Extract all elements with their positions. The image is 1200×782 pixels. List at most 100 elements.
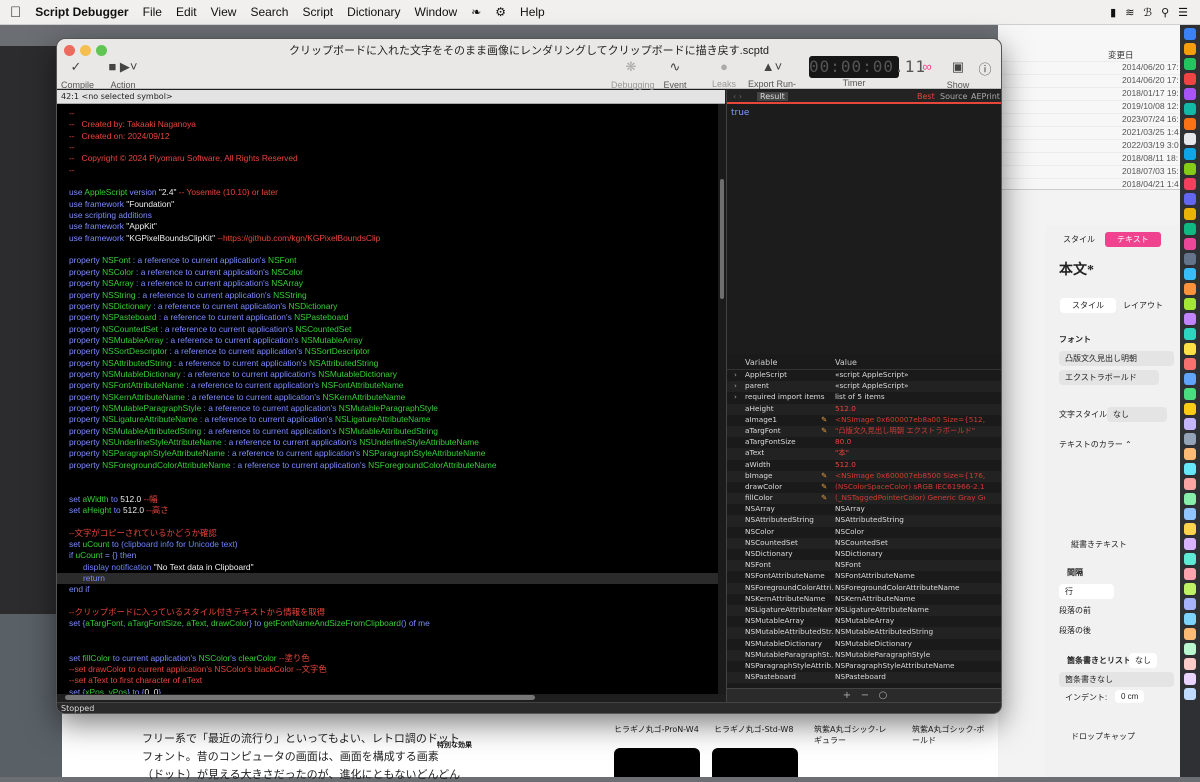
dock-app-icon[interactable] bbox=[1184, 208, 1196, 220]
dock-app-icon[interactable] bbox=[1184, 613, 1196, 625]
dock-app-icon[interactable] bbox=[1184, 598, 1196, 610]
action-button[interactable]: ■ ▶˅ Action bbox=[105, 59, 141, 90]
variable-row[interactable]: NSFontAttributeName NSFontAttributeName bbox=[727, 571, 1001, 582]
paragraph-style-name[interactable]: 本文* bbox=[1059, 259, 1094, 279]
dock-app-icon[interactable] bbox=[1184, 568, 1196, 580]
dock-app-icon[interactable] bbox=[1184, 223, 1196, 235]
variable-row[interactable]: NSPasteboard NSPasteboard bbox=[727, 672, 1001, 684]
dock-app-icon[interactable] bbox=[1184, 88, 1196, 100]
variable-row[interactable]: NSColor NSColor bbox=[727, 527, 1001, 538]
bullets-select[interactable]: なし bbox=[1129, 653, 1157, 668]
services-icon[interactable]: ⚙ bbox=[495, 5, 506, 19]
code-line[interactable]: use framework "Foundation" bbox=[69, 199, 718, 210]
finder-row[interactable]: 2023/07/24 16: bbox=[998, 114, 1180, 127]
apple-menu-icon[interactable]:  bbox=[10, 4, 21, 21]
line-spacing-select[interactable]: 行 bbox=[1059, 584, 1114, 599]
dock-app-icon[interactable] bbox=[1184, 268, 1196, 280]
dock-app-icon[interactable] bbox=[1184, 343, 1196, 355]
dock-app-icon[interactable] bbox=[1184, 688, 1196, 700]
wifi-icon[interactable]: ≋ bbox=[1125, 6, 1134, 19]
show-button[interactable]: ▣ Show bbox=[945, 59, 971, 90]
variable-row[interactable]: › required import items list of 5 items bbox=[727, 392, 1001, 403]
navigation-bar[interactable]: 42:1 <no selected symbol> bbox=[57, 90, 725, 104]
menu-view[interactable]: View bbox=[211, 5, 237, 19]
variable-row[interactable]: NSFont NSFont bbox=[727, 560, 1001, 572]
variable-row[interactable]: ✎ aImage1 <NSImage 0x600007eb8a00 Size={51… bbox=[727, 415, 1001, 426]
code-line[interactable]: set fillColor to current application's N… bbox=[69, 653, 718, 664]
code-line[interactable] bbox=[69, 596, 718, 607]
bluetooth-icon[interactable]: ℬ bbox=[1143, 6, 1152, 19]
search-icon[interactable]: ⚲ bbox=[1161, 6, 1169, 19]
value-column-header[interactable]: Value bbox=[835, 358, 857, 367]
menu-script[interactable]: Script bbox=[302, 5, 333, 19]
code-line[interactable]: property NSSortDescriptor : a reference … bbox=[69, 346, 718, 357]
code-line[interactable]: end if bbox=[69, 584, 718, 595]
finder-row[interactable]: 2021/03/25 1:4 bbox=[998, 127, 1180, 140]
variable-row[interactable]: NSKernAttributeName NSKernAttributeName bbox=[727, 594, 1001, 605]
dock-app-icon[interactable] bbox=[1184, 643, 1196, 655]
code-line[interactable]: property NSDictionary : a reference to c… bbox=[69, 301, 718, 312]
disclosure-triangle-icon[interactable]: › bbox=[734, 392, 737, 401]
variable-row[interactable]: NSMutableAttributedStr... NSMutableAttrib… bbox=[727, 627, 1001, 639]
variable-column-header[interactable]: Variable bbox=[745, 358, 777, 367]
code-line[interactable]: property NSMutableArray : a reference to… bbox=[69, 335, 718, 346]
dock-app-icon[interactable] bbox=[1184, 403, 1196, 415]
editor-horizontal-scrollbar[interactable] bbox=[65, 695, 535, 700]
code-line[interactable] bbox=[69, 516, 718, 527]
dock-app-icon[interactable] bbox=[1184, 73, 1196, 85]
dock-app-icon[interactable] bbox=[1184, 283, 1196, 295]
dock-app-icon[interactable] bbox=[1184, 493, 1196, 505]
variable-row[interactable]: ✎ bImage <NSImage 0x600007eb8500 Size={176… bbox=[727, 470, 1001, 482]
variable-row[interactable]: aHeight 512.0 bbox=[727, 403, 1001, 415]
dock-app-icon[interactable] bbox=[1184, 58, 1196, 70]
dock-app-icon[interactable] bbox=[1184, 43, 1196, 55]
code-line[interactable]: property NSPasteboard : a reference to c… bbox=[69, 312, 718, 323]
code-line[interactable]: --クリップボードに入っているスタイル付きテキストから情報を取得 bbox=[69, 607, 718, 618]
code-line[interactable]: property NSParagraphStyleAttributeName :… bbox=[69, 448, 718, 459]
debugging-button[interactable]: ❋ Debugging bbox=[611, 59, 655, 90]
code-line[interactable]: set aHeight to 512.0 --高さ bbox=[69, 505, 718, 516]
back-arrow-icon[interactable]: ‹ › bbox=[733, 92, 742, 101]
menu-app[interactable]: Script Debugger bbox=[35, 5, 128, 19]
battery-icon[interactable]: ▮ bbox=[1110, 6, 1116, 19]
code-line[interactable]: property NSLigatureAttributeName : a ref… bbox=[69, 414, 718, 425]
code-line[interactable]: use scripting additions bbox=[69, 210, 718, 221]
dock-app-icon[interactable] bbox=[1184, 28, 1196, 40]
finder-row[interactable]: 2018/08/11 18: bbox=[998, 153, 1180, 166]
char-style-select[interactable]: なし bbox=[1107, 407, 1167, 422]
variable-row[interactable]: NSArray NSArray bbox=[727, 504, 1001, 515]
code-line[interactable]: use AppleScript version "2.4" -- Yosemit… bbox=[69, 187, 718, 198]
menu-edit[interactable]: Edit bbox=[176, 5, 197, 19]
tab-result[interactable]: Result bbox=[757, 92, 788, 101]
variable-row[interactable]: ✎ aTargFont "凸版文久見出し明朝 エクストラボールド" bbox=[727, 425, 1001, 438]
code-line[interactable]: property NSMutableDictionary : a referen… bbox=[69, 369, 718, 380]
code-line[interactable]: -- Copyright © 2024 Piyomaru Software, A… bbox=[69, 153, 718, 164]
code-line[interactable]: if uCount = {} then bbox=[69, 550, 718, 561]
tab-best[interactable]: Best bbox=[917, 92, 935, 101]
bullet-style-select[interactable]: 箇条書きなし bbox=[1059, 672, 1174, 687]
code-line[interactable]: set {xPos, yPos} to {0, 0} bbox=[69, 687, 718, 694]
variable-row[interactable]: NSDictionary NSDictionary bbox=[727, 549, 1001, 560]
menu-dictionary[interactable]: Dictionary bbox=[347, 5, 400, 19]
code-line[interactable]: property NSColor : a reference to curren… bbox=[69, 267, 718, 278]
finder-row[interactable]: 2018/07/03 15: bbox=[998, 166, 1180, 179]
disclosure-triangle-icon[interactable]: › bbox=[734, 370, 737, 379]
dock-app-icon[interactable] bbox=[1184, 163, 1196, 175]
dock-app-icon[interactable] bbox=[1184, 148, 1196, 160]
dock-app-icon[interactable] bbox=[1184, 373, 1196, 385]
dock-app-icon[interactable] bbox=[1184, 418, 1196, 430]
menu-file[interactable]: File bbox=[143, 5, 162, 19]
finder-row[interactable]: 2018/01/17 19: bbox=[998, 88, 1180, 101]
code-line[interactable]: use framework "KGPixelBoundsClipKit" --h… bbox=[69, 233, 718, 244]
dock-app-icon[interactable] bbox=[1184, 673, 1196, 685]
tab-aeprint[interactable]: AEPrint bbox=[971, 92, 1000, 101]
variable-row[interactable]: NSCountedSet NSCountedSet bbox=[727, 537, 1001, 549]
dock-app-icon[interactable] bbox=[1184, 328, 1196, 340]
dock-app-icon[interactable] bbox=[1184, 583, 1196, 595]
variable-row[interactable]: aTargFontSize 80.0 bbox=[727, 437, 1001, 448]
control-center-icon[interactable]: ☰ bbox=[1178, 6, 1188, 19]
font-select[interactable]: 凸版文久見出し明朝 bbox=[1059, 351, 1174, 366]
dock-app-icon[interactable] bbox=[1184, 508, 1196, 520]
finder-date-header[interactable]: 変更日 bbox=[998, 49, 1180, 62]
remove-variable-button[interactable]: − bbox=[857, 690, 873, 701]
